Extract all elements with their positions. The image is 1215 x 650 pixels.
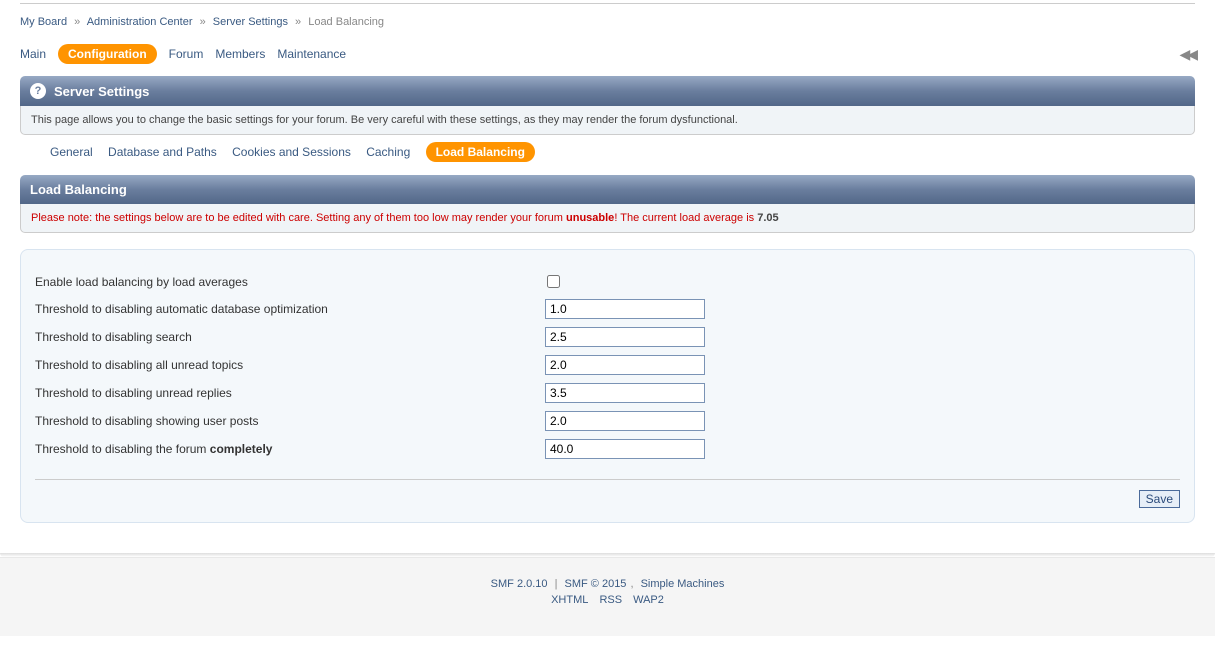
section-title: Server Settings: [54, 84, 149, 99]
subtab-cookies[interactable]: Cookies and Sessions: [232, 145, 351, 159]
tab-members[interactable]: Members: [215, 47, 265, 61]
footer-wap2[interactable]: WAP2: [633, 594, 664, 606]
notice-text-middle: ! The current load average is: [614, 212, 757, 224]
breadcrumb-sep: »: [74, 16, 80, 28]
tab-forum[interactable]: Forum: [169, 47, 204, 61]
label-auto-db: Threshold to disabling automatic databas…: [35, 302, 545, 316]
setting-auto-db: Threshold to disabling automatic databas…: [35, 295, 1180, 323]
breadcrumb-sep: »: [295, 16, 301, 28]
setting-unread-replies: Threshold to disabling unread replies: [35, 379, 1180, 407]
subtab-general[interactable]: General: [50, 145, 93, 159]
input-unread-replies[interactable]: [545, 383, 705, 403]
setting-enable: Enable load balancing by load averages: [35, 268, 1180, 295]
notice: Please note: the settings below are to b…: [20, 204, 1195, 233]
footer-smf-version[interactable]: SMF 2.0.10: [491, 578, 548, 590]
tab-main[interactable]: Main: [20, 47, 46, 61]
save-button[interactable]: Save: [1139, 490, 1180, 508]
label-all-unread: Threshold to disabling all unread topics: [35, 358, 545, 372]
sub-tabs: General Database and Paths Cookies and S…: [20, 135, 1195, 169]
label-user-posts: Threshold to disabling showing user post…: [35, 414, 545, 428]
checkbox-enable[interactable]: [547, 275, 560, 288]
footer-rss[interactable]: RSS: [599, 594, 622, 606]
input-forum-completely[interactable]: [545, 439, 705, 459]
notice-load-value: 7.05: [757, 212, 778, 224]
subtab-caching[interactable]: Caching: [366, 145, 410, 159]
breadcrumb-link-admin[interactable]: Administration Center: [87, 16, 193, 28]
footer-smf-copyright[interactable]: SMF © 2015: [565, 578, 627, 590]
settings-panel: Enable load balancing by load averages T…: [20, 249, 1195, 523]
notice-unusable: unusable: [566, 212, 614, 224]
input-search[interactable]: [545, 327, 705, 347]
input-all-unread[interactable]: [545, 355, 705, 375]
breadcrumb-link-board[interactable]: My Board: [20, 16, 67, 28]
notice-text-prefix: Please note: the settings below are to b…: [31, 212, 566, 224]
setting-all-unread: Threshold to disabling all unread topics: [35, 351, 1180, 379]
setting-user-posts: Threshold to disabling showing user post…: [35, 407, 1180, 435]
panel-title: Load Balancing: [20, 175, 1195, 204]
setting-forum-completely: Threshold to disabling the forum complet…: [35, 435, 1180, 463]
subtab-load-balancing[interactable]: Load Balancing: [426, 142, 535, 162]
tab-configuration[interactable]: Configuration: [58, 44, 157, 64]
section-header: ? Server Settings: [20, 76, 1195, 106]
breadcrumb-sep: »: [200, 16, 206, 28]
footer: SMF 2.0.10 | SMF © 2015, Simple Machines…: [0, 557, 1215, 636]
footer-simple-machines[interactable]: Simple Machines: [641, 578, 725, 590]
input-auto-db[interactable]: [545, 299, 705, 319]
label-forum-completely: Threshold to disabling the forum complet…: [35, 442, 545, 456]
input-user-posts[interactable]: [545, 411, 705, 431]
subtab-database[interactable]: Database and Paths: [108, 145, 217, 159]
tab-maintenance[interactable]: Maintenance: [277, 47, 346, 61]
breadcrumb-current: Load Balancing: [308, 16, 384, 28]
label-search: Threshold to disabling search: [35, 330, 545, 344]
breadcrumb-link-server[interactable]: Server Settings: [213, 16, 288, 28]
breadcrumb: My Board » Administration Center » Serve…: [20, 12, 1195, 38]
admin-tabs: Main Configuration Forum Members Mainten…: [20, 38, 1195, 76]
label-enable: Enable load balancing by load averages: [35, 275, 545, 289]
section-description: This page allows you to change the basic…: [20, 106, 1195, 135]
divider: [35, 479, 1180, 480]
label-unread-replies: Threshold to disabling unread replies: [35, 386, 545, 400]
help-icon[interactable]: ?: [30, 83, 46, 99]
footer-xhtml[interactable]: XHTML: [551, 594, 588, 606]
collapse-icon[interactable]: ◀◀: [1179, 46, 1195, 63]
setting-search: Threshold to disabling search: [35, 323, 1180, 351]
